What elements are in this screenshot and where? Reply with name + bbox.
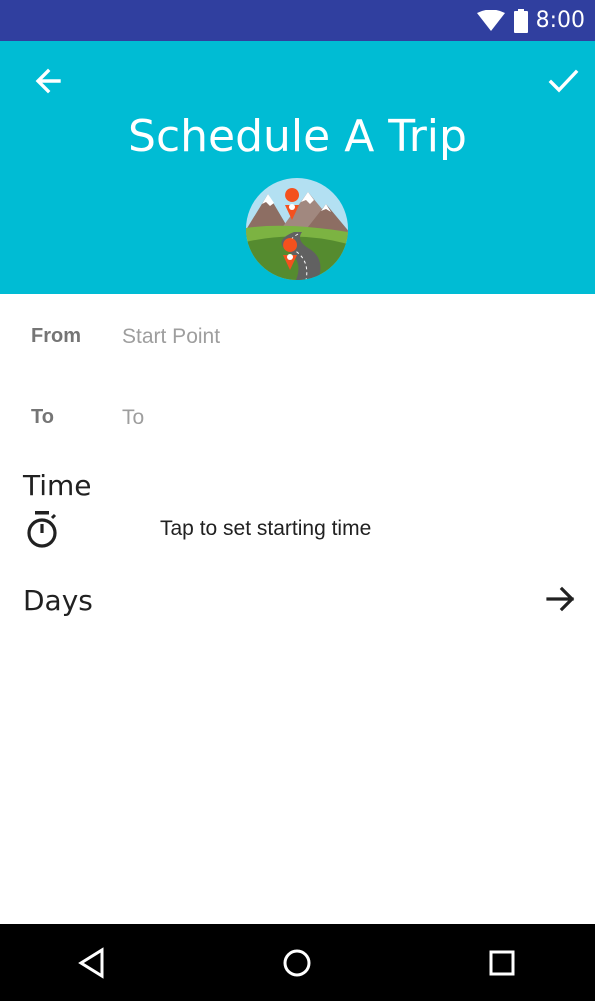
nav-recents-button[interactable] [485, 946, 519, 980]
app-header: Schedule A Trip [0, 41, 595, 294]
battery-icon [513, 8, 528, 33]
page-title: Schedule A Trip [128, 111, 467, 162]
arrow-forward-icon [546, 586, 575, 612]
back-button[interactable] [30, 63, 66, 99]
time-heading: Time [23, 469, 92, 502]
status-bar: 8:00 [0, 0, 595, 41]
clock-text: 8:00 [535, 8, 585, 33]
trip-avatar [246, 178, 348, 280]
recents-square-icon [489, 950, 515, 976]
set-start-time-button[interactable]: Tap to set starting time [160, 517, 371, 541]
home-circle-icon [283, 949, 311, 977]
confirm-button[interactable] [545, 63, 581, 99]
days-heading: Days [23, 584, 93, 617]
to-row: To [0, 401, 595, 435]
back-triangle-icon [78, 947, 104, 979]
days-button[interactable] [545, 583, 577, 615]
stopwatch-icon [27, 511, 57, 548]
start-point-input[interactable] [122, 320, 562, 354]
from-row: From [0, 320, 595, 354]
check-icon [548, 69, 579, 93]
destination-input[interactable] [122, 401, 562, 435]
from-label: From [31, 325, 81, 347]
nav-back-button[interactable] [75, 946, 109, 980]
nav-home-button[interactable] [280, 946, 314, 980]
mountain-road-icon [246, 178, 348, 280]
to-label: To [31, 406, 54, 428]
arrow-back-icon [35, 68, 61, 94]
wifi-icon [476, 9, 505, 31]
system-nav-bar [0, 924, 595, 1001]
